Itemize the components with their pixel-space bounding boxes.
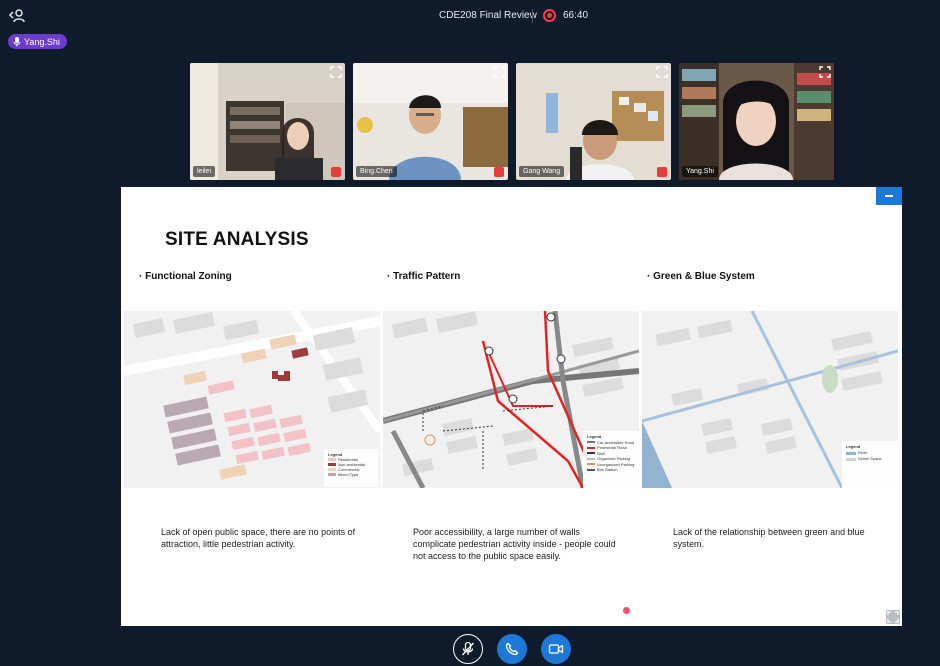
expand-icon[interactable]: [330, 66, 342, 78]
zoning-legend: Legend Residential Non-residential Comme…: [328, 452, 378, 477]
mute-button[interactable]: [453, 634, 483, 664]
muted-mic-icon: [657, 167, 667, 177]
expand-icon[interactable]: [656, 66, 668, 78]
participant-tile[interactable]: Yang.Shi: [679, 63, 834, 180]
participant-name: leilei: [193, 166, 216, 177]
fullscreen-icon: [887, 611, 899, 623]
legend-swatch: [587, 463, 595, 466]
legend-swatch: [328, 458, 336, 461]
leave-meeting-icon[interactable]: [8, 7, 26, 25]
top-bar: CDE208 Final Review 66:40: [0, 0, 940, 32]
functional-zoning-map: Legend Residential Non-residential Comme…: [124, 311, 380, 488]
legend-swatch: [328, 463, 336, 466]
legend-swatch: [328, 468, 336, 471]
muted-mic-icon: [331, 167, 341, 177]
expand-icon[interactable]: [819, 66, 831, 78]
participant-tile[interactable]: Gang Wang: [516, 63, 671, 180]
legend-swatch: [846, 457, 856, 461]
green-blue-caption: Lack of the relationship between green a…: [673, 527, 865, 549]
legend-swatch: [587, 446, 595, 449]
legend-swatch: [587, 452, 595, 455]
participant-tile[interactable]: Bing.Chen: [353, 63, 508, 180]
mic-off-icon: [462, 641, 474, 656]
legend-swatch: [846, 451, 856, 455]
call-button[interactable]: [497, 634, 527, 664]
participant-name: Bing.Chen: [356, 166, 397, 177]
meeting-title: CDE208 Final Review: [439, 10, 537, 21]
minimize-share-button[interactable]: [876, 187, 902, 205]
divider: [532, 9, 533, 23]
green-blue-map: Legend River Green Space: [642, 311, 898, 488]
legend-swatch: [328, 473, 336, 476]
expand-icon[interactable]: [493, 66, 505, 78]
participant-video: [679, 63, 834, 180]
participant-video: [353, 63, 508, 180]
call-controls: [0, 633, 940, 666]
participant-video: [190, 63, 345, 180]
participant-video: [516, 63, 671, 180]
legend-item: Bus Station: [597, 467, 618, 472]
fullscreen-button[interactable]: [886, 610, 900, 624]
participant-video-strip: leilei Bing.Chen Gang Wang Yang.Shi: [190, 63, 836, 180]
video-camera-icon: [548, 644, 564, 654]
participant-name: Yang.Shi: [682, 166, 718, 177]
shared-screen-slide: SITE ANALYSIS · Functional Zoning · Traf…: [121, 187, 902, 626]
video-button[interactable]: [541, 634, 571, 664]
green-blue-legend: Legend River Green Space: [846, 444, 898, 462]
active-speaker-name: Yang.Shi: [24, 36, 60, 47]
laser-pointer: [623, 607, 630, 614]
legend-item: Green Space: [858, 456, 882, 461]
section-heading-green-blue: · Green & Blue System: [647, 271, 755, 282]
slide-title: SITE ANALYSIS: [165, 229, 309, 250]
muted-mic-icon: [494, 167, 504, 177]
legend-swatch: [587, 468, 595, 471]
participant-name: Gang Wang: [519, 166, 565, 177]
microphone-icon: [13, 36, 21, 46]
active-speaker-badge: Yang.Shi: [8, 34, 67, 49]
legend-item: Mixed Type: [338, 472, 359, 477]
traffic-pattern-map: Legend Car-accessible Road Pedestrian Ro…: [383, 311, 639, 488]
phone-icon: [505, 642, 519, 656]
section-heading-traffic-pattern: · Traffic Pattern: [387, 271, 461, 282]
traffic-pattern-caption: Poor accessibility, a large number of wa…: [413, 527, 616, 561]
section-heading-functional-zoning: · Functional Zoning: [139, 271, 232, 282]
recording-icon: [543, 9, 556, 22]
legend-swatch: [587, 457, 595, 460]
traffic-legend: Legend Car-accessible Road Pedestrian Ro…: [587, 434, 639, 473]
legend-swatch: [587, 441, 595, 444]
functional-zoning-caption: Lack of open public space, there are no …: [161, 527, 356, 549]
participant-tile[interactable]: leilei: [190, 63, 345, 180]
meeting-timer: 66:40: [563, 10, 589, 21]
